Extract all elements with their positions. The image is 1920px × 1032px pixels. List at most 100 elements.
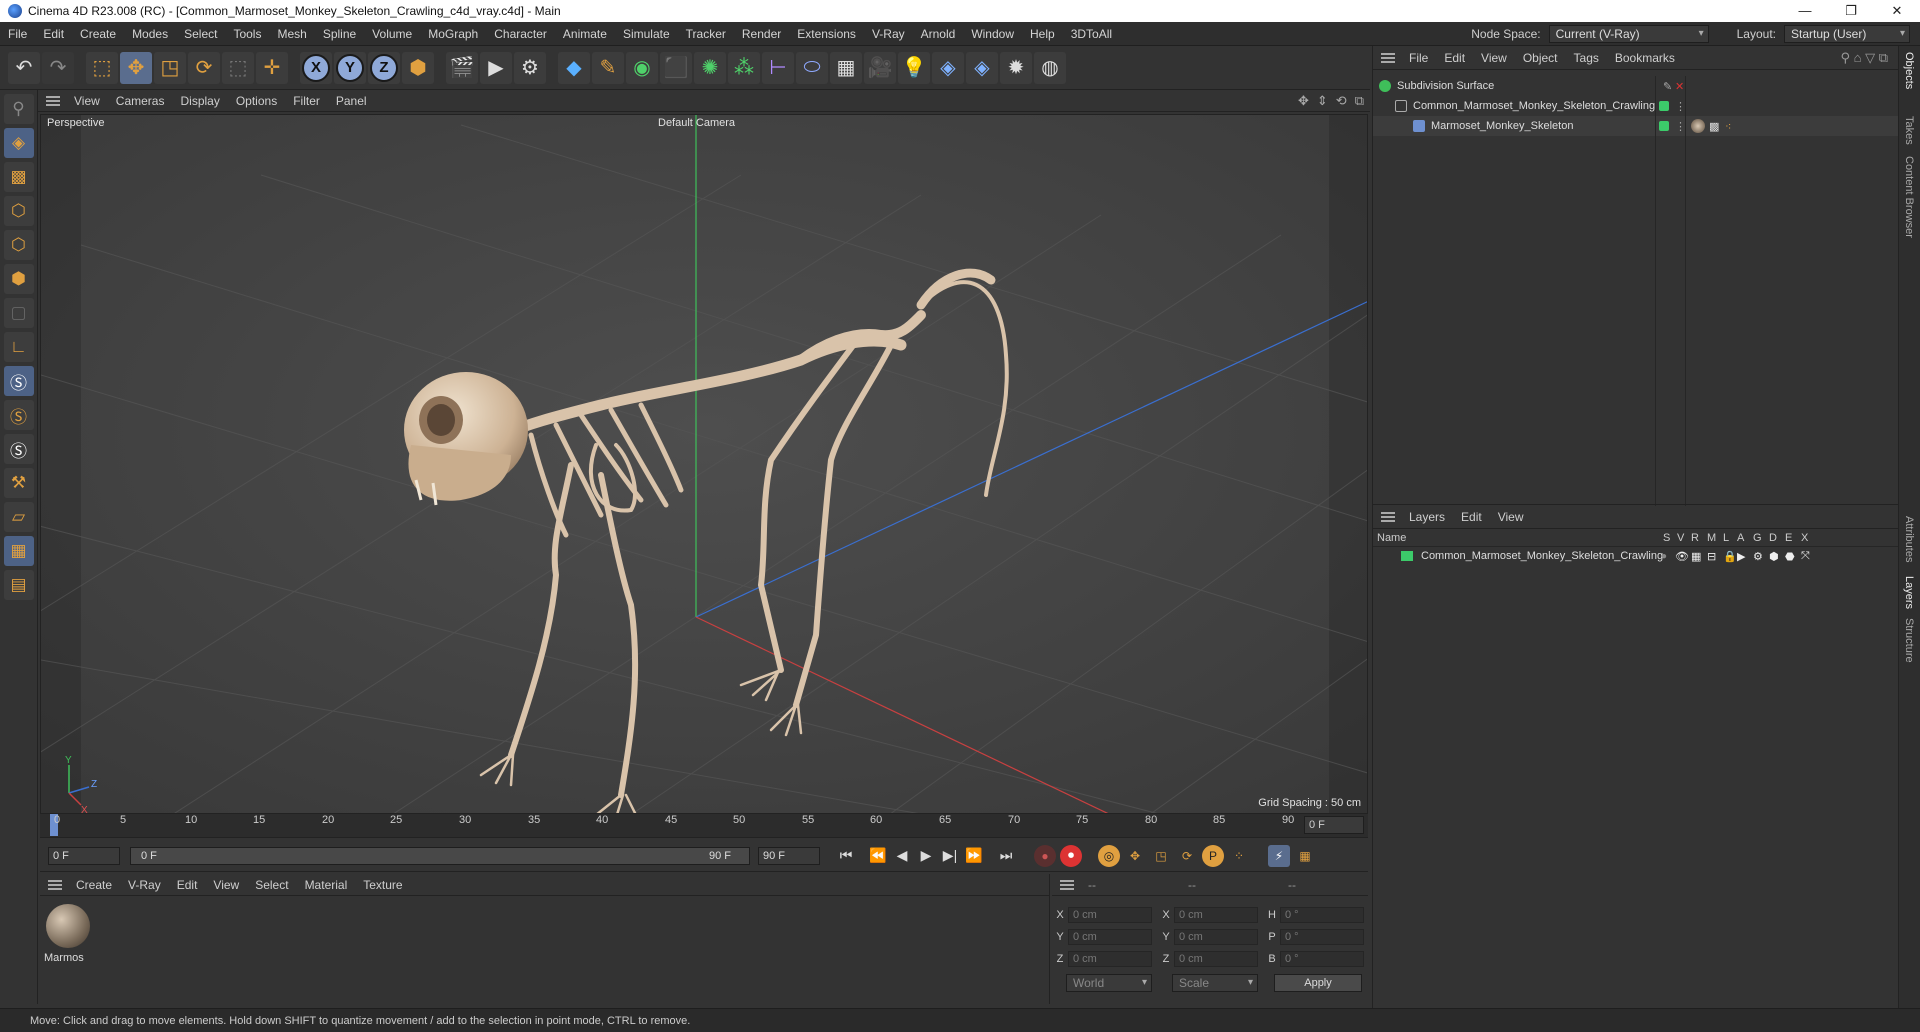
floor-icon[interactable]: ▦ — [830, 51, 862, 84]
python-script-icon[interactable]: ◈ — [932, 51, 964, 84]
menu-mograph[interactable]: MoGraph — [420, 27, 486, 41]
size-mode-dropdown[interactable]: Scale — [1172, 974, 1258, 992]
vray-globe-icon[interactable]: ◍ — [1034, 51, 1066, 84]
edit-check-icon[interactable]: ✎ — [1663, 80, 1672, 93]
layer-hamburger-icon[interactable] — [1381, 511, 1395, 522]
locked-workplane-icon[interactable]: ▦ — [3, 536, 34, 566]
menu-3dtoall[interactable]: 3DToAll — [1063, 27, 1120, 41]
deformer-icon[interactable]: ⊢ — [762, 51, 794, 84]
minimize-button[interactable]: — — [1782, 0, 1828, 22]
scale-tool-icon[interactable]: ◳ — [154, 51, 186, 84]
viewport-menu-panel[interactable]: Panel — [328, 94, 375, 108]
light-icon[interactable]: 💡 — [898, 51, 930, 84]
layer-menu-view[interactable]: View — [1490, 510, 1532, 524]
field-icon[interactable]: ⬭ — [796, 51, 828, 84]
record-keys-icon[interactable]: ● — [1034, 844, 1056, 867]
size-z-field[interactable]: 0 cm — [1174, 951, 1258, 967]
viewport-menu-display[interactable]: Display — [172, 94, 227, 108]
python-generator-icon[interactable]: ◈ — [966, 51, 998, 84]
layout-dropdown[interactable]: Startup (User) — [1784, 25, 1910, 43]
material-menu-select[interactable]: Select — [247, 878, 296, 892]
material-menu-texture[interactable]: Texture — [355, 878, 410, 892]
object-hamburger-icon[interactable] — [1381, 52, 1395, 63]
menu-file[interactable]: File — [0, 27, 35, 41]
maximize-button[interactable]: ❐ — [1828, 0, 1874, 22]
coordinates-hamburger-icon[interactable] — [1060, 879, 1074, 890]
side-tab-attributes[interactable]: Attributes — [1903, 516, 1915, 562]
menu-character[interactable]: Character — [486, 27, 555, 41]
next-frame-icon[interactable]: ▶| — [938, 844, 962, 868]
menu-edit[interactable]: Edit — [35, 27, 72, 41]
end-frame-field[interactable]: 90 F — [758, 846, 820, 865]
rotation-b-field[interactable]: 0 ° — [1280, 951, 1364, 967]
pan-view-icon[interactable]: ✥ — [1298, 93, 1309, 109]
layer-deformers-icon[interactable]: ⬢ — [1769, 550, 1779, 563]
pen-spline-icon[interactable]: ✎ — [592, 51, 624, 84]
viewport-menu-cameras[interactable]: Cameras — [108, 94, 173, 108]
viewport-menu-filter[interactable]: Filter — [285, 94, 328, 108]
object-row-subdivision-surface[interactable]: Subdivision Surface ✎ ✕ — [1373, 76, 1899, 96]
dolly-view-icon[interactable]: ⇕ — [1317, 93, 1328, 109]
axis-mode-icon[interactable]: ∟ — [3, 332, 34, 362]
extrude-generator-icon[interactable]: ⬛ — [660, 51, 692, 84]
layer-menu-edit[interactable]: Edit — [1453, 510, 1490, 524]
make-editable-icon[interactable]: ⚲ — [3, 94, 34, 124]
layer-xref-icon[interactable]: ⤧ — [1801, 550, 1810, 563]
menu-tracker[interactable]: Tracker — [678, 27, 734, 41]
layer-manager-icon[interactable]: ⊟ — [1707, 550, 1716, 563]
layer-solo-dot-icon[interactable]: ● — [1661, 551, 1667, 562]
workplane-icon[interactable]: ▱ — [3, 502, 34, 532]
object-row-skeleton-mesh[interactable]: Marmoset_Monkey_Skeleton ⋮ ▩ ⁖ — [1373, 116, 1899, 136]
layer-expressions-icon[interactable]: ⬣ — [1785, 550, 1795, 563]
viewport-menu-options[interactable]: Options — [228, 94, 285, 108]
disabled-x-icon[interactable]: ✕ — [1675, 80, 1684, 93]
current-frame-field[interactable]: 0 F — [1304, 816, 1364, 834]
subdivision-surface-icon[interactable]: ◉ — [626, 51, 658, 84]
object-menu-view[interactable]: View — [1473, 51, 1515, 65]
material-menu-vray[interactable]: V-Ray — [120, 878, 169, 892]
menu-window[interactable]: Window — [963, 27, 1022, 41]
move-tool-icon[interactable]: ✥ — [120, 51, 152, 84]
close-button[interactable]: ✕ — [1874, 0, 1920, 22]
texture-mode-icon[interactable]: ▩ — [3, 162, 34, 192]
rotate-tool-icon[interactable]: ⟳ — [188, 51, 220, 84]
render-settings-icon[interactable]: ⚙ — [514, 51, 546, 84]
go-to-end-icon[interactable]: ⏭ — [994, 844, 1018, 868]
material-menu-create[interactable]: Create — [68, 878, 120, 892]
rotation-p-field[interactable]: 0 ° — [1280, 929, 1364, 945]
viewport-hamburger-icon[interactable] — [46, 95, 60, 106]
menu-arnold[interactable]: Arnold — [913, 27, 964, 41]
go-to-start-icon[interactable]: ⏮ — [834, 844, 858, 868]
layer-visible-eye-icon[interactable]: 👁 — [1675, 550, 1689, 563]
transform-tool-icon[interactable]: ✛ — [256, 51, 288, 84]
polygons-mode-icon[interactable]: ⬢ — [3, 264, 34, 294]
cloner-icon[interactable]: ⁂ — [728, 51, 760, 84]
object-menu-tags[interactable]: Tags — [1566, 51, 1607, 65]
start-frame-field[interactable]: 0 F — [48, 846, 120, 865]
axis-z-lock[interactable]: Z — [368, 51, 400, 84]
render-picture-viewer-icon[interactable]: ▶ — [480, 51, 512, 84]
layer-color-swatch[interactable] — [1659, 121, 1669, 131]
model-mode-icon[interactable]: ◈ — [3, 128, 34, 158]
viewport-menu-view[interactable]: View — [66, 94, 108, 108]
menu-modes[interactable]: Modes — [124, 27, 176, 41]
key-pla-icon[interactable]: ⁘ — [1228, 845, 1250, 867]
material-menu-view[interactable]: View — [205, 878, 247, 892]
array-generator-icon[interactable]: ✺ — [694, 51, 726, 84]
material-tag-icon[interactable] — [1691, 119, 1705, 133]
size-x-field[interactable]: 0 cm — [1174, 907, 1258, 923]
key-parameter-icon[interactable]: P — [1202, 844, 1224, 867]
redo-button[interactable]: ↷ — [42, 51, 74, 84]
side-tab-structure[interactable]: Structure — [1903, 618, 1915, 663]
key-position-icon[interactable]: ✥ — [1124, 845, 1146, 867]
previous-frame-icon[interactable]: ◀ — [890, 844, 914, 868]
viewport-camera-name[interactable]: Default Camera — [658, 117, 735, 129]
recent-tools-icon[interactable]: ⬚ — [222, 51, 254, 84]
side-tab-layers[interactable]: Layers — [1903, 576, 1915, 609]
size-y-field[interactable]: 0 cm — [1174, 929, 1258, 945]
cube-primitive-icon[interactable]: ◆ — [558, 51, 590, 84]
tweak-icon[interactable]: ⚒ — [3, 468, 34, 498]
menu-simulate[interactable]: Simulate — [615, 27, 678, 41]
live-selection-icon[interactable]: ⬚ — [86, 51, 118, 84]
perspective-viewport[interactable]: Y Z X Perspective Default Camera Grid Sp… — [40, 114, 1368, 814]
